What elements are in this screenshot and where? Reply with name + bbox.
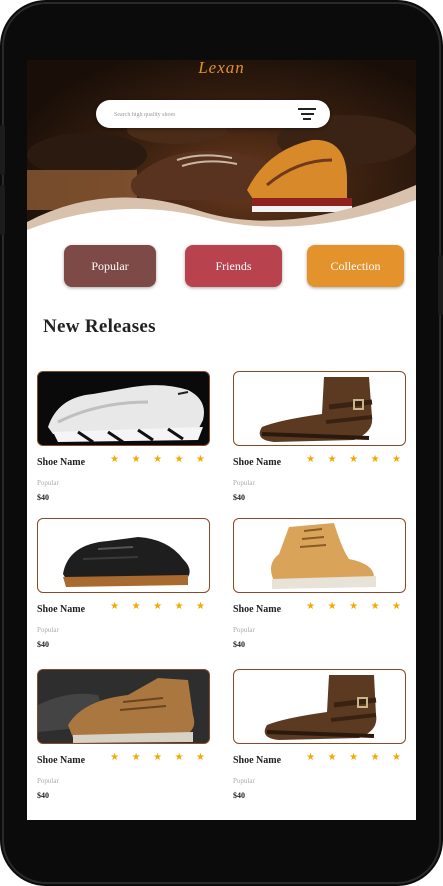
rating-stars: ★ ★ ★ ★ ★ (110, 601, 210, 612)
product-price: $40 (37, 791, 49, 800)
tab-friends-label: Friends (215, 258, 252, 273)
product-name: Shoe Name (233, 604, 282, 615)
product-card[interactable]: Shoe Name ★ ★ ★ ★ ★ Popular $40 (233, 669, 406, 801)
product-image[interactable] (37, 669, 210, 744)
product-image[interactable] (37, 371, 210, 446)
product-price: $40 (233, 791, 245, 800)
section-title: New Releases (43, 316, 156, 337)
category-tabs: Popular Friends Collection (27, 245, 416, 289)
rating-stars: ★ ★ ★ ★ ★ (110, 454, 210, 465)
tab-popular-label: Popular (91, 258, 129, 273)
phone-frame: Lexan Popular Friends Collection N (0, 0, 443, 886)
product-card[interactable]: Shoe Name ★ ★ ★ ★ ★ Popular $40 (37, 371, 210, 503)
tab-friends[interactable]: Friends (185, 245, 282, 287)
product-name: Shoe Name (37, 457, 86, 468)
product-name: Shoe Name (233, 457, 282, 468)
product-price: $40 (233, 493, 245, 502)
filter-icon[interactable] (298, 108, 316, 122)
white-sneaker-image (48, 385, 204, 444)
product-category: Popular (37, 777, 59, 785)
product-image[interactable] (233, 371, 406, 446)
product-category: Popular (233, 479, 255, 487)
product-price: $40 (37, 640, 49, 649)
product-name: Shoe Name (37, 755, 86, 766)
product-category: Popular (233, 626, 255, 634)
tan-hiking-boots-image (38, 670, 209, 743)
tab-collection[interactable]: Collection (307, 245, 404, 287)
black-gum-sneaker-image (63, 537, 190, 587)
app-screen: Lexan Popular Friends Collection N (27, 60, 416, 820)
rating-stars: ★ ★ ★ ★ ★ (306, 601, 406, 612)
search-input[interactable] (112, 106, 291, 124)
product-image[interactable] (37, 518, 210, 593)
brown-buckle-boot-image (259, 377, 373, 442)
product-image[interactable] (233, 518, 406, 593)
power-button (438, 255, 443, 315)
product-price: $40 (233, 640, 245, 649)
product-category: Popular (37, 626, 59, 634)
product-name: Shoe Name (37, 604, 86, 615)
volume-up-button (0, 125, 5, 175)
product-card[interactable]: Shoe Name ★ ★ ★ ★ ★ Popular $40 (233, 371, 406, 503)
product-card[interactable]: Shoe Name ★ ★ ★ ★ ★ Popular $40 (233, 518, 406, 650)
tab-collection-label: Collection (330, 258, 381, 273)
product-card[interactable]: Shoe Name ★ ★ ★ ★ ★ Popular $40 (37, 518, 210, 650)
rating-stars: ★ ★ ★ ★ ★ (306, 752, 406, 763)
volume-down-button (0, 185, 5, 235)
hero-shoes-image (27, 115, 416, 235)
search-bar[interactable] (96, 100, 330, 128)
rating-stars: ★ ★ ★ ★ ★ (306, 454, 406, 465)
product-card[interactable]: Shoe Name ★ ★ ★ ★ ★ Popular $40 (37, 669, 210, 801)
product-image[interactable] (233, 669, 406, 744)
hero-banner: Lexan (27, 60, 416, 235)
brand-logo: Lexan (198, 60, 245, 77)
tan-work-boot-image (270, 523, 376, 589)
product-name: Shoe Name (233, 755, 282, 766)
product-price: $40 (37, 493, 49, 502)
product-category: Popular (37, 479, 59, 487)
tab-popular[interactable]: Popular (64, 245, 156, 287)
rating-stars: ★ ★ ★ ★ ★ (110, 752, 210, 763)
product-category: Popular (233, 777, 255, 785)
brown-buckle-boot-image (264, 675, 377, 740)
